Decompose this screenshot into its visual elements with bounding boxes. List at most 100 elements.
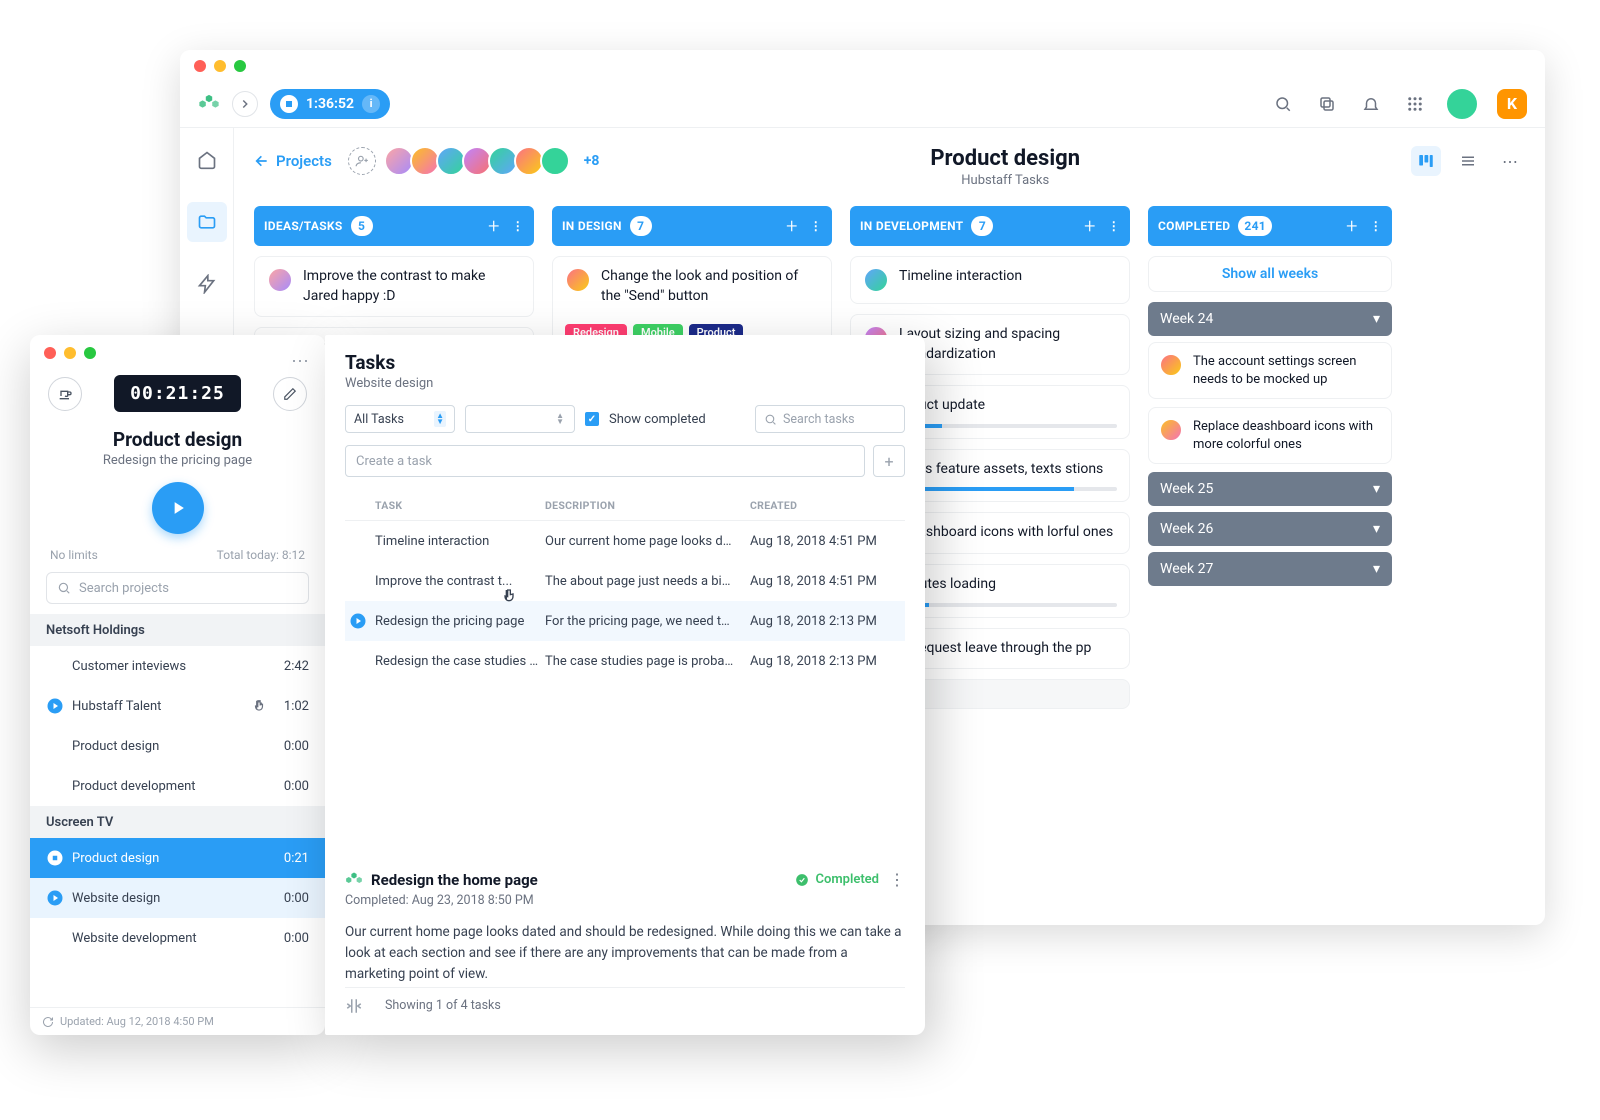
apps-grid-icon[interactable] bbox=[1403, 92, 1427, 116]
status-completed: Completed bbox=[795, 872, 879, 887]
task-row-hover[interactable]: Redesign the pricing pageFor the pricing… bbox=[345, 601, 905, 641]
group-header: Netsoft Holdings bbox=[30, 614, 325, 646]
column-header: IDEAS/TASKS5 +⋮ bbox=[254, 206, 534, 246]
add-card-icon[interactable]: + bbox=[1084, 214, 1096, 238]
more-members-count[interactable]: +8 bbox=[584, 153, 600, 169]
current-task: Redesign the pricing page bbox=[30, 453, 325, 468]
add-card-icon[interactable]: + bbox=[786, 214, 798, 238]
back-label: Projects bbox=[276, 152, 332, 170]
bell-icon[interactable] bbox=[1359, 92, 1383, 116]
add-card-icon[interactable]: + bbox=[1346, 214, 1358, 238]
board-subtitle: Hubstaff Tasks bbox=[599, 173, 1411, 188]
copy-icon[interactable] bbox=[1315, 92, 1339, 116]
task-row[interactable]: Redesign the case studies pa...The case … bbox=[345, 641, 905, 681]
collapse-panel-icon[interactable] bbox=[345, 997, 363, 1015]
refresh-icon[interactable] bbox=[42, 1016, 54, 1028]
search-icon[interactable] bbox=[1271, 92, 1295, 116]
project-row[interactable]: Customer inteviews2:42 bbox=[30, 646, 325, 686]
avatar bbox=[1159, 418, 1183, 442]
show-completed-label: Show completed bbox=[609, 412, 706, 427]
project-row[interactable]: Hubstaff Talent1:02 bbox=[30, 686, 325, 726]
search-tasks-input[interactable]: Search tasks bbox=[755, 405, 905, 433]
back-to-projects-link[interactable]: Projects bbox=[254, 152, 332, 170]
show-all-weeks-button[interactable]: Show all weeks bbox=[1148, 256, 1392, 292]
column-menu-icon[interactable]: ⋮ bbox=[512, 219, 524, 233]
board-title: Product design bbox=[599, 146, 1411, 171]
table-header: TASK DESCRIPTION CREATED bbox=[345, 499, 905, 521]
detail-title: Redesign the home page bbox=[371, 871, 538, 889]
project-row[interactable]: Product design0:00 bbox=[30, 726, 325, 766]
rail-folder-icon[interactable] bbox=[187, 202, 227, 242]
window-controls[interactable] bbox=[194, 60, 246, 72]
column-menu-icon[interactable]: ⋮ bbox=[1108, 219, 1120, 233]
chevron-down-icon: ▾ bbox=[1373, 311, 1380, 327]
avatar bbox=[267, 267, 293, 293]
hubstaff-logo-icon bbox=[198, 93, 220, 115]
column-menu-icon[interactable]: ⋮ bbox=[810, 219, 822, 233]
more-menu-icon[interactable]: ⋯ bbox=[291, 351, 309, 372]
nav-forward-button[interactable] bbox=[232, 91, 258, 117]
user-avatar[interactable] bbox=[1447, 89, 1477, 119]
column-menu-icon[interactable]: ⋮ bbox=[1370, 219, 1382, 233]
filter-select[interactable]: All Tasks▲▼ bbox=[345, 405, 455, 433]
timer-elapsed: 00:21:25 bbox=[114, 375, 241, 412]
window-controls[interactable] bbox=[44, 347, 96, 359]
today-total: Total today: 8:12 bbox=[217, 548, 305, 562]
week-header-open[interactable]: Week 24▾ bbox=[1148, 302, 1392, 336]
create-task-input[interactable]: Create a task bbox=[345, 445, 865, 477]
global-timer-value: 1:36:52 bbox=[306, 96, 354, 112]
project-row-active[interactable]: Product design0:21 bbox=[30, 838, 325, 878]
week-row[interactable]: Week 27▾ bbox=[1148, 552, 1392, 586]
project-row[interactable]: Product development0:00 bbox=[30, 766, 325, 806]
count-badge: 5 bbox=[351, 216, 373, 236]
tasks-title: Tasks bbox=[345, 351, 905, 374]
limits-label: No limits bbox=[50, 548, 98, 562]
cursor-pointer-icon bbox=[252, 698, 266, 714]
card[interactable]: Improve the contrast to make Jared happy… bbox=[254, 256, 534, 317]
workspace-badge[interactable]: K bbox=[1497, 89, 1527, 119]
task-row[interactable]: Improve the contrast t...The about page … bbox=[345, 561, 905, 601]
play-button[interactable] bbox=[152, 482, 204, 534]
avatar bbox=[565, 267, 591, 293]
project-row[interactable]: Website design0:00 bbox=[30, 878, 325, 918]
search-projects-input[interactable]: Search projects bbox=[46, 572, 309, 604]
list-view-icon[interactable] bbox=[1453, 146, 1483, 176]
avatar bbox=[863, 267, 889, 293]
topbar: 1:36:52 i K bbox=[180, 80, 1545, 128]
play-icon[interactable] bbox=[349, 612, 367, 630]
card[interactable]: Replace deashboard icons with more color… bbox=[1148, 407, 1392, 464]
rail-activity-icon[interactable] bbox=[187, 264, 227, 304]
tasks-footer-text: Showing 1 of 4 tasks bbox=[385, 998, 501, 1013]
kanban-view-icon[interactable] bbox=[1411, 146, 1441, 176]
global-timer[interactable]: 1:36:52 i bbox=[270, 89, 390, 119]
hubstaff-logo-icon bbox=[345, 871, 363, 889]
project-row[interactable]: Website development0:00 bbox=[30, 918, 325, 958]
board-header: Projects +8 Product design Hubstaff Task… bbox=[254, 142, 1525, 206]
stop-icon[interactable] bbox=[280, 95, 298, 113]
filter-select-2[interactable]: ▲▼ bbox=[465, 405, 575, 433]
tasks-panel: Tasks Website design All Tasks▲▼ ▲▼ Show… bbox=[325, 335, 925, 1035]
filters: All Tasks▲▼ ▲▼ Show completed Search tas… bbox=[345, 405, 905, 433]
add-card-icon[interactable]: + bbox=[488, 214, 500, 238]
break-button[interactable] bbox=[48, 377, 82, 411]
task-detail: Redesign the home page Completed ⋮ Compl… bbox=[345, 870, 905, 985]
edit-button[interactable] bbox=[273, 377, 307, 411]
avatar bbox=[1159, 353, 1183, 377]
week-row[interactable]: Week 25▾ bbox=[1148, 472, 1392, 506]
column-completed: COMPLETED241+⋮ Show all weeks Week 24▾ T… bbox=[1148, 206, 1392, 592]
create-task-button[interactable]: + bbox=[873, 445, 905, 477]
member-avatars[interactable] bbox=[388, 146, 570, 176]
card[interactable]: Timeline interaction bbox=[850, 256, 1130, 304]
timer-footer: Updated: Aug 12, 2018 4:50 PM bbox=[30, 1007, 325, 1035]
rail-home-icon[interactable] bbox=[187, 140, 227, 180]
week-row[interactable]: Week 26▾ bbox=[1148, 512, 1392, 546]
info-icon[interactable]: i bbox=[362, 95, 380, 113]
detail-menu-icon[interactable]: ⋮ bbox=[889, 870, 905, 889]
completed-timestamp: Completed: Aug 23, 2018 8:50 PM bbox=[345, 893, 905, 908]
card[interactable]: The account settings screen needs to be … bbox=[1148, 342, 1392, 399]
current-project: Product design bbox=[30, 428, 325, 451]
more-menu-icon[interactable]: ⋯ bbox=[1495, 146, 1525, 176]
show-completed-checkbox[interactable] bbox=[585, 412, 599, 426]
task-row[interactable]: Timeline interactionOur current home pag… bbox=[345, 521, 905, 561]
add-people-button[interactable] bbox=[348, 147, 376, 175]
